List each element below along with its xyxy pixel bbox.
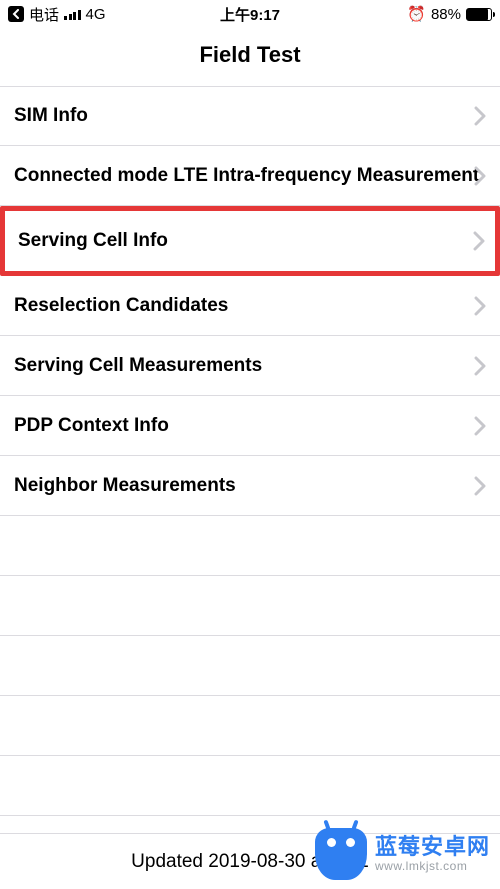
chevron-right-icon — [474, 476, 486, 496]
network-type: 4G — [86, 6, 106, 23]
back-to-app-label[interactable]: 电话 — [29, 4, 59, 25]
row-serving-cell-info[interactable]: Serving Cell Info — [0, 206, 500, 276]
chevron-right-icon — [474, 166, 486, 186]
alarm-icon: ⏰ — [407, 5, 426, 23]
status-bar: 电话 4G 上午9:17 ⏰ 88% — [0, 0, 500, 28]
row-label: Serving Cell Measurements — [14, 355, 262, 377]
watermark-mascot-icon — [315, 828, 367, 880]
watermark: 蓝莓安卓网 www.lmkjst.com — [299, 823, 500, 885]
chevron-right-icon — [474, 416, 486, 436]
back-to-app-icon[interactable] — [8, 6, 24, 22]
status-right: ⏰ 88% — [407, 5, 492, 23]
chevron-right-icon — [474, 296, 486, 316]
menu-list: SIM Info Connected mode LTE Intra-freque… — [0, 86, 500, 816]
row-empty — [0, 576, 500, 636]
status-left: 电话 4G — [8, 4, 106, 25]
row-label: Neighbor Measurements — [14, 475, 236, 497]
row-label: SIM Info — [14, 105, 88, 127]
row-label: PDP Context Info — [14, 415, 169, 437]
watermark-title: 蓝莓安卓网 — [375, 835, 490, 859]
row-label: Reselection Candidates — [14, 295, 228, 317]
watermark-text: 蓝莓安卓网 www.lmkjst.com — [375, 835, 490, 872]
row-serving-cell-measurements[interactable]: Serving Cell Measurements — [0, 336, 500, 396]
page-title: Field Test — [0, 28, 500, 86]
battery-icon — [466, 8, 492, 21]
chevron-right-icon — [473, 231, 485, 251]
row-neighbor-measurements[interactable]: Neighbor Measurements — [0, 456, 500, 516]
row-label: Serving Cell Info — [18, 230, 168, 252]
row-pdp-context-info[interactable]: PDP Context Info — [0, 396, 500, 456]
signal-icon — [64, 8, 81, 20]
row-empty — [0, 516, 500, 576]
row-empty — [0, 636, 500, 696]
chevron-right-icon — [474, 106, 486, 126]
row-sim-info[interactable]: SIM Info — [0, 86, 500, 146]
row-label: Connected mode LTE Intra-frequency Measu… — [14, 165, 479, 187]
row-connected-mode-lte[interactable]: Connected mode LTE Intra-frequency Measu… — [0, 146, 500, 206]
row-empty — [0, 696, 500, 756]
row-empty — [0, 756, 500, 816]
status-time: 上午9:17 — [220, 4, 280, 25]
row-reselection-candidates[interactable]: Reselection Candidates — [0, 276, 500, 336]
watermark-url: www.lmkjst.com — [375, 860, 490, 873]
battery-percent: 88% — [431, 6, 461, 23]
chevron-right-icon — [474, 356, 486, 376]
